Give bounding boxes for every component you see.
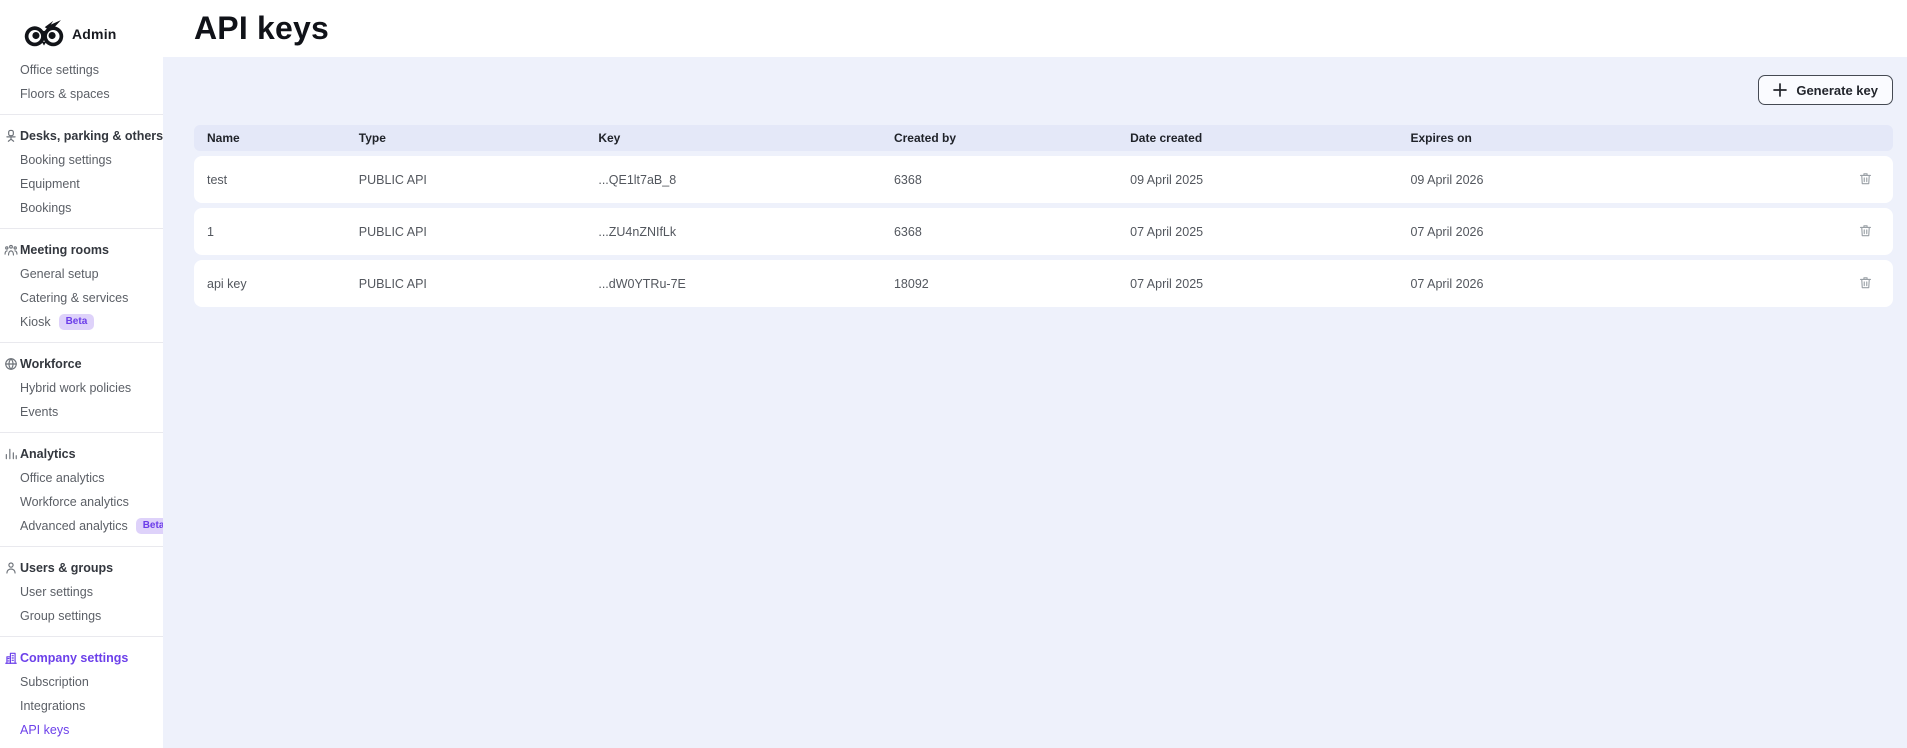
sidebar-divider [0, 432, 163, 433]
generate-key-label: Generate key [1796, 83, 1878, 98]
sidebar-item-bookings[interactable]: Bookings [0, 196, 163, 220]
column-header-type: Type [359, 131, 599, 145]
section-title-label: Company settings [20, 651, 128, 665]
globe-icon [4, 357, 18, 371]
table-row: test PUBLIC API ...QE1lt7aB_8 6368 09 Ap… [194, 156, 1893, 203]
sidebar-divider [0, 636, 163, 637]
delete-key-button[interactable] [1853, 272, 1877, 296]
table-row: api key PUBLIC API ...dW0YTRu-7E 18092 0… [194, 260, 1893, 307]
sidebar-item-kiosk[interactable]: Kiosk Beta [0, 310, 163, 334]
cell-date-created: 07 April 2025 [1130, 225, 1410, 239]
cell-key: ...QE1lt7aB_8 [598, 173, 894, 187]
sidebar-item-api-keys[interactable]: API keys [0, 718, 163, 742]
cell-key: ...ZU4nZNIfLk [598, 225, 894, 239]
column-header-expires-on: Expires on [1410, 131, 1837, 145]
sidebar-item-events[interactable]: Events [0, 400, 163, 424]
trash-icon [1858, 171, 1873, 189]
sidebar-section-desks-parking: Desks, parking & others [0, 123, 163, 148]
sidebar-section-users-groups: Users & groups [0, 555, 163, 580]
sidebar-item-subscription[interactable]: Subscription [0, 670, 163, 694]
beta-badge: Beta [136, 518, 163, 534]
meeting-rooms-icon [4, 243, 18, 257]
sidebar-item-office-analytics[interactable]: Office analytics [0, 466, 163, 490]
plus-icon [1773, 83, 1787, 97]
sidebar-item-hybrid-work-policies[interactable]: Hybrid work policies [0, 376, 163, 400]
sidebar-item-group-settings[interactable]: Group settings [0, 604, 163, 628]
desk-chair-icon [4, 129, 18, 143]
cell-type: PUBLIC API [359, 277, 599, 291]
trash-icon [1858, 275, 1873, 293]
toolbar: Generate key [194, 75, 1893, 105]
owl-logo-icon [24, 19, 64, 49]
sidebar-section-analytics: Analytics [0, 441, 163, 466]
sidebar-item-user-settings[interactable]: User settings [0, 580, 163, 604]
brand-label: Admin [72, 26, 117, 42]
section-title-label: Desks, parking & others [20, 129, 163, 143]
cell-name: 1 [194, 225, 359, 239]
sidebar-item-booking-settings[interactable]: Booking settings [0, 148, 163, 172]
sidebar-item-label: Kiosk [20, 315, 51, 329]
section-title-label: Workforce [20, 357, 82, 371]
sidebar: Admin Office settings Floors & spaces De… [0, 0, 163, 748]
sidebar-divider [0, 546, 163, 547]
cell-type: PUBLIC API [359, 173, 599, 187]
trash-icon [1858, 223, 1873, 241]
section-title-label: Analytics [20, 447, 76, 461]
sidebar-item-catering-services[interactable]: Catering & services [0, 286, 163, 310]
person-icon [4, 561, 18, 575]
sidebar-item-advanced-analytics[interactable]: Advanced analytics Beta [0, 514, 163, 538]
cell-date-created: 09 April 2025 [1130, 173, 1410, 187]
sidebar-item-general-setup[interactable]: General setup [0, 262, 163, 286]
generate-key-button[interactable]: Generate key [1758, 75, 1893, 105]
bar-chart-icon [4, 447, 18, 461]
building-icon [4, 651, 18, 665]
api-keys-table: Name Type Key Created by Date created Ex… [194, 125, 1893, 307]
cell-expires-on: 07 April 2026 [1410, 225, 1837, 239]
sidebar-nav: Office settings Floors & spaces Desks, p… [0, 58, 163, 742]
sidebar-section-company-settings: Company settings [0, 645, 163, 670]
table-row: 1 PUBLIC API ...ZU4nZNIfLk 6368 07 April… [194, 208, 1893, 255]
column-header-name: Name [194, 131, 359, 145]
sidebar-section-workforce: Workforce [0, 351, 163, 376]
cell-key: ...dW0YTRu-7E [598, 277, 894, 291]
sidebar-divider [0, 114, 163, 115]
column-header-key: Key [598, 131, 894, 145]
sidebar-item-label: Advanced analytics [20, 519, 128, 533]
delete-key-button[interactable] [1853, 220, 1877, 244]
cell-expires-on: 09 April 2026 [1410, 173, 1837, 187]
content-area: Generate key Name Type Key Created by Da… [163, 57, 1907, 748]
cell-name: test [194, 173, 359, 187]
cell-type: PUBLIC API [359, 225, 599, 239]
beta-badge: Beta [59, 314, 95, 330]
sidebar-item-integrations[interactable]: Integrations [0, 694, 163, 718]
sidebar-divider [0, 228, 163, 229]
page-header: API keys [163, 0, 1907, 57]
sidebar-item-equipment[interactable]: Equipment [0, 172, 163, 196]
cell-expires-on: 07 April 2026 [1410, 277, 1837, 291]
app-window: Admin Office settings Floors & spaces De… [0, 0, 1907, 748]
table-header-row: Name Type Key Created by Date created Ex… [194, 125, 1893, 151]
sidebar-item-office-settings[interactable]: Office settings [0, 58, 163, 82]
column-header-created-by: Created by [894, 131, 1130, 145]
delete-key-button[interactable] [1853, 168, 1877, 192]
cell-created-by: 6368 [894, 173, 1130, 187]
cell-name: api key [194, 277, 359, 291]
sidebar-item-workforce-analytics[interactable]: Workforce analytics [0, 490, 163, 514]
column-header-date-created: Date created [1130, 131, 1410, 145]
sidebar-section-meeting-rooms: Meeting rooms [0, 237, 163, 262]
section-title-label: Users & groups [20, 561, 113, 575]
sidebar-item-floors-spaces[interactable]: Floors & spaces [0, 82, 163, 106]
cell-date-created: 07 April 2025 [1130, 277, 1410, 291]
brand: Admin [0, 0, 163, 58]
page-title: API keys [194, 10, 1907, 47]
cell-created-by: 6368 [894, 225, 1130, 239]
section-title-label: Meeting rooms [20, 243, 109, 257]
sidebar-divider [0, 342, 163, 343]
cell-created-by: 18092 [894, 277, 1130, 291]
main-content: API keys Generate key Name Type Key Crea… [163, 0, 1907, 748]
